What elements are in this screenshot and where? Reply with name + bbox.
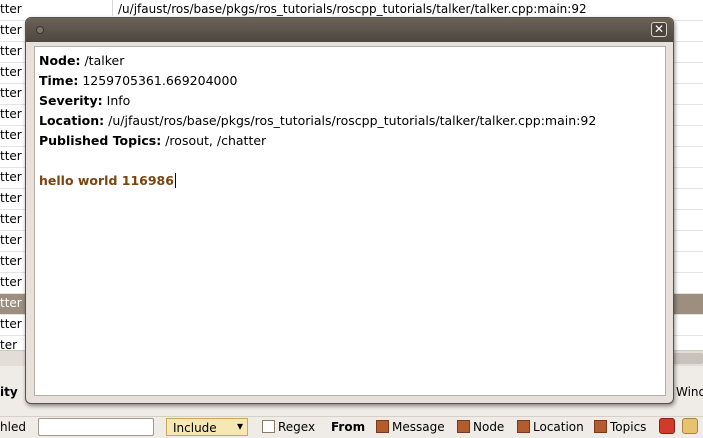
- location-checkbox[interactable]: Location: [517, 420, 584, 438]
- time-label: Time:: [39, 73, 79, 88]
- node-label: Node:: [39, 53, 81, 68]
- location-value: /u/jfaust/ros/base/pkgs/ros_tutorials/ro…: [108, 113, 597, 128]
- node-value: /talker: [84, 53, 125, 68]
- severity-header-fragment: ity: [0, 385, 18, 399]
- scrollbar-thumb[interactable]: [673, 353, 703, 364]
- regex-label: Regex: [278, 420, 316, 434]
- window-header-fragment: Wind: [676, 385, 703, 399]
- filter-text-input[interactable]: [38, 418, 154, 436]
- table-cell: tter: [0, 65, 22, 79]
- severity-value: Info: [106, 93, 131, 108]
- checkbox-icon: [376, 420, 389, 433]
- regex-checkbox[interactable]: Regex: [262, 420, 315, 438]
- location-label: Location: [533, 420, 584, 434]
- window-menu-icon[interactable]: [36, 26, 44, 34]
- table-cell: tter: [0, 212, 22, 226]
- severity-label: Severity:: [39, 93, 103, 108]
- table-cell: tter: [0, 317, 22, 331]
- table-cell-location: /u/jfaust/ros/base/pkgs/ros_tutorials/ro…: [118, 2, 587, 16]
- from-label: From: [331, 420, 366, 434]
- topics-checkbox[interactable]: Topics: [594, 420, 646, 438]
- enabled-label: hled: [0, 420, 26, 434]
- add-filter-button[interactable]: [682, 418, 698, 434]
- include-combo-value: Include: [173, 421, 217, 435]
- remove-filter-button[interactable]: [659, 418, 675, 434]
- table-cell: tter: [0, 254, 22, 268]
- text-caret: [174, 173, 176, 188]
- node-checkbox[interactable]: Node: [457, 420, 504, 438]
- table-cell: tter: [0, 170, 22, 184]
- table-cell: tter: [0, 191, 22, 205]
- table-cell: tter: [0, 275, 22, 289]
- topics-label: Topics: [610, 420, 647, 434]
- location-label: Location:: [39, 113, 105, 128]
- table-cell: tter: [0, 86, 22, 100]
- checkbox-icon: [594, 420, 607, 433]
- message-checkbox[interactable]: Message: [376, 420, 445, 438]
- table-cell: tter: [0, 233, 22, 247]
- table-cell: tter: [0, 44, 22, 58]
- column-separator: [112, 0, 113, 16]
- checkbox-icon: [262, 420, 275, 433]
- time-line: Time: 1259705361.669204000: [39, 73, 237, 88]
- topics-label: Published Topics:: [39, 133, 162, 148]
- message-text: hello world 116986: [39, 173, 176, 188]
- node-label: Node: [473, 420, 505, 434]
- table-cell: tter: [0, 296, 22, 310]
- severity-line: Severity: Info: [39, 93, 130, 108]
- table-cell: tter: [0, 23, 22, 37]
- time-value: 1259705361.669204000: [82, 73, 238, 88]
- topics-line: Published Topics: /rosout, /chatter: [39, 133, 266, 148]
- message-value: hello world 116986: [39, 173, 174, 188]
- filter-toolbar: hled Include ▾ Regex From Message Node L…: [0, 416, 703, 436]
- table-cell: tter: [0, 107, 22, 121]
- table-cell: tter: [0, 149, 22, 163]
- node-line: Node: /talker: [39, 53, 124, 68]
- close-button[interactable]: ✕: [651, 22, 667, 37]
- location-line: Location: /u/jfaust/ros/base/pkgs/ros_tu…: [39, 113, 596, 128]
- checkbox-icon: [517, 420, 530, 433]
- message-label: Message: [392, 420, 445, 434]
- chevron-down-icon: ▾: [236, 419, 243, 433]
- dialog-titlebar[interactable]: ✕: [26, 18, 673, 42]
- topics-value: /rosout, /chatter: [165, 133, 267, 148]
- message-detail-dialog: ✕ Node: /talker Time: 1259705361.6692040…: [25, 17, 674, 404]
- table-cell: tter: [0, 128, 22, 142]
- table-cell: tter: [0, 2, 22, 16]
- include-combo[interactable]: Include ▾: [166, 418, 248, 436]
- checkbox-icon: [457, 420, 470, 433]
- message-detail-text[interactable]: Node: /talker Time: 1259705361.669204000…: [34, 46, 666, 396]
